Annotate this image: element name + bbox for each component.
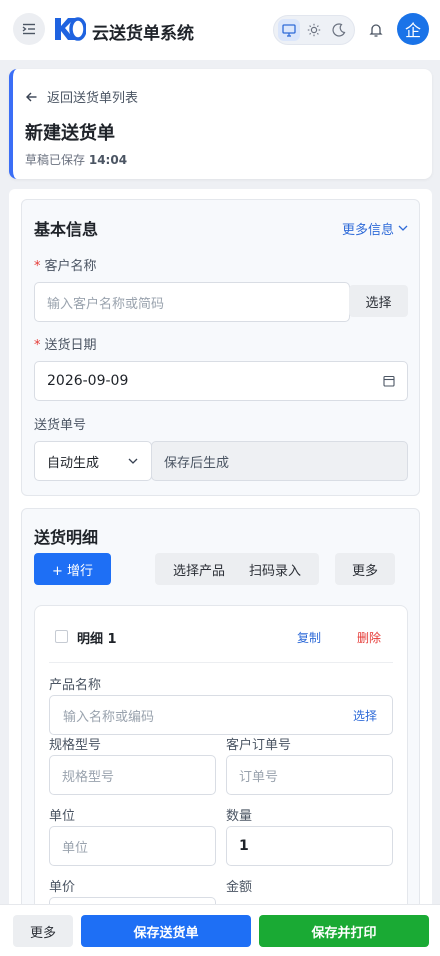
customer-name-input[interactable]: 输入客户名称或简码	[34, 282, 350, 322]
required-marker: *	[34, 259, 41, 274]
top-bar: 云送货单系统 企	[0, 0, 440, 60]
footer-more-button[interactable]: 更多	[13, 915, 73, 947]
delivery-date-value: 2026-09-09	[47, 373, 129, 389]
chevron-down-icon	[128, 458, 138, 464]
app-logo-icon	[55, 17, 86, 41]
item-select-checkbox[interactable]	[55, 630, 68, 643]
theme-dark-button[interactable]	[328, 19, 350, 41]
back-to-list-link[interactable]: 返回送货单列表	[26, 87, 138, 106]
select-product-button[interactable]: 选择产品	[155, 553, 243, 585]
delivery-date-input[interactable]: 2026-09-09	[34, 361, 408, 401]
back-link-label: 返回送货单列表	[47, 91, 139, 106]
detail-item-card: 明细 1 复制 删除 产品名称 输入名称或编码 选择 规格型号 客户订单号 规格…	[34, 605, 408, 937]
chevron-down-icon	[398, 225, 408, 231]
draft-save-status: 草稿已保存 14:04	[25, 151, 127, 168]
basic-info-title: 基本信息	[34, 220, 99, 239]
arrow-left-icon	[26, 92, 37, 101]
more-info-label: 更多信息	[342, 223, 395, 238]
sun-icon	[307, 23, 321, 37]
divider	[49, 662, 393, 663]
bottom-action-bar: 更多 保存送货单 保存并打印	[0, 904, 440, 956]
product-name-placeholder: 输入名称或编码	[63, 709, 155, 725]
add-row-button[interactable]: + 增行	[34, 553, 111, 585]
unit-label: 单位	[49, 809, 76, 824]
theme-light-button[interactable]	[303, 19, 325, 41]
amount-label: 金额	[226, 880, 253, 895]
basic-info-section: 基本信息 更多信息 * 客户名称 输入客户名称或简码 选择 * 送货日期 2026-…	[21, 199, 420, 496]
quantity-label: 数量	[226, 809, 253, 824]
spec-input[interactable]: 规格型号	[49, 755, 216, 795]
copy-item-link[interactable]: 复制	[297, 629, 321, 646]
delete-item-link[interactable]: 删除	[357, 629, 381, 646]
delivery-details-title: 送货明细	[34, 528, 99, 547]
moon-icon	[332, 23, 346, 37]
unit-price-label: 单价	[49, 880, 76, 895]
scan-entry-button[interactable]: 扫码录入	[231, 553, 319, 585]
product-name-label: 产品名称	[49, 678, 102, 693]
customer-order-label: 客户订单号	[226, 738, 292, 753]
save-status-time: 14:04	[88, 153, 128, 167]
page-header-card: 返回送货单列表 新建送货单 草稿已保存 14:04	[9, 69, 432, 179]
save-and-print-button[interactable]: 保存并打印	[259, 915, 429, 947]
monitor-icon	[282, 23, 296, 37]
menu-collapse-icon	[22, 23, 35, 35]
order-no-label: 送货单号	[34, 418, 87, 433]
customer-field-label: * 客户名称	[34, 255, 97, 274]
order-no-mode-value: 自动生成	[47, 455, 100, 471]
page-title: 新建送货单	[25, 123, 115, 144]
customer-order-input[interactable]: 订单号	[226, 755, 393, 795]
customer-label-text: 客户名称	[44, 259, 97, 274]
app-title: 云送货单系统	[92, 24, 194, 44]
sidebar-toggle-button[interactable]	[13, 13, 45, 45]
save-delivery-note-button[interactable]: 保存送货单	[81, 915, 251, 947]
theme-switcher	[273, 15, 355, 45]
theme-system-button[interactable]	[278, 19, 300, 41]
more-info-toggle[interactable]: 更多信息	[342, 219, 408, 238]
customer-select-button[interactable]: 选择	[349, 285, 408, 317]
product-name-input[interactable]: 输入名称或编码 选择	[49, 695, 393, 735]
required-marker: *	[34, 338, 41, 353]
user-avatar[interactable]: 企	[397, 13, 429, 45]
save-status-label: 草稿已保存	[25, 153, 86, 167]
product-select-link[interactable]: 选择	[353, 707, 377, 724]
spec-label: 规格型号	[49, 738, 102, 753]
order-no-generated-field: 保存后生成	[151, 441, 408, 481]
detail-item-title: 明细 1	[77, 632, 117, 647]
calendar-icon	[383, 375, 395, 387]
date-field-label: * 送货日期	[34, 334, 97, 353]
more-actions-button[interactable]: 更多	[335, 553, 395, 585]
unit-input[interactable]: 单位	[49, 826, 216, 866]
notification-bell-icon[interactable]	[368, 22, 384, 38]
date-label-text: 送货日期	[44, 338, 97, 353]
quantity-input[interactable]: 1	[226, 826, 393, 866]
order-no-mode-select[interactable]: 自动生成	[34, 441, 152, 481]
